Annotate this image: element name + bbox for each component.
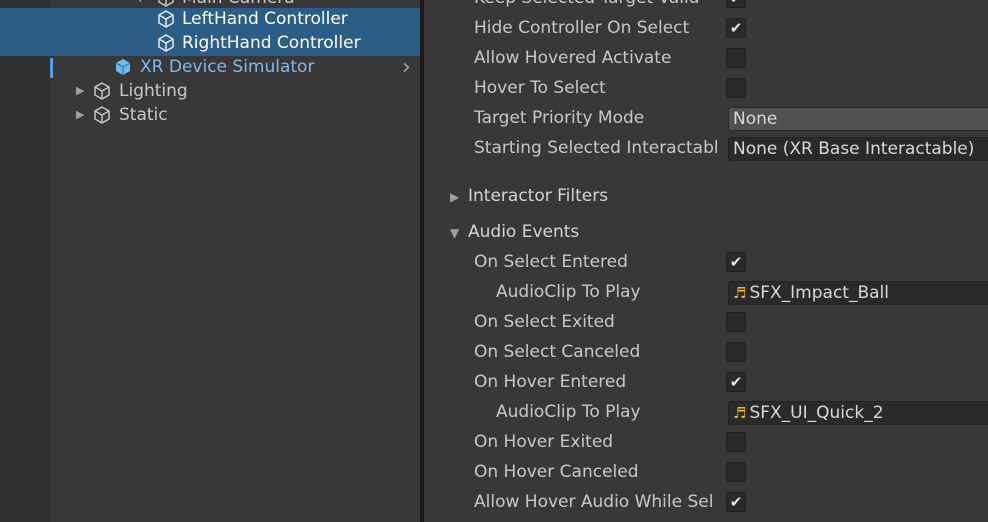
- interactor-filters-foldout[interactable]: ▶ Interactor Filters: [450, 186, 608, 206]
- allow-hovered-activate-label: Allow Hovered Activate: [474, 48, 672, 68]
- on-select-canceled-label: On Select Canceled: [474, 342, 641, 362]
- section-title: Interactor Filters: [468, 186, 609, 206]
- section-title: Audio Events: [468, 222, 580, 242]
- tree-item-label: RightHand Controller: [182, 33, 361, 53]
- keep-selected-target-valid-label: Keep Selected Target Valid: [474, 0, 724, 8]
- on-hover-exited-checkbox[interactable]: [726, 432, 746, 452]
- prefab-cube-icon: [115, 59, 131, 75]
- gameobject-cube-icon: [158, 34, 174, 52]
- keep-selected-target-valid-checkbox[interactable]: ✔: [726, 0, 746, 8]
- audioclip-to-play-label: AudioClip To Play: [496, 402, 641, 422]
- foldout-expanded-icon: ▼: [450, 226, 460, 240]
- tree-item-lefthand-controller[interactable]: LeftHand Controller: [0, 7, 420, 31]
- hover-entered-audioclip-field[interactable]: ♬ SFX_UI_Quick_2: [728, 401, 988, 425]
- hierarchy-panel: ▼ Main Camera LeftHand Controller RightH…: [0, 0, 420, 522]
- gameobject-cube-icon: [94, 106, 110, 124]
- allow-hover-audio-while-selecting-checkbox[interactable]: ✔: [726, 492, 746, 512]
- on-select-entered-checkbox[interactable]: ✔: [726, 252, 746, 272]
- on-hover-canceled-checkbox[interactable]: [726, 462, 746, 482]
- on-select-exited-checkbox[interactable]: [726, 312, 746, 332]
- starting-selected-interactable-label: Starting Selected Interactabl: [474, 138, 719, 158]
- hover-to-select-label: Hover To Select: [474, 78, 606, 98]
- foldout-collapsed-icon[interactable]: ▶: [76, 103, 84, 127]
- target-priority-mode-dropdown[interactable]: None: [728, 107, 988, 131]
- audio-events-foldout[interactable]: ▼ Audio Events: [450, 222, 579, 242]
- tree-item-label: XR Device Simulator: [140, 57, 315, 77]
- audioclip-value: SFX_Impact_Ball: [749, 283, 889, 303]
- hide-controller-on-select-checkbox[interactable]: ✔: [726, 18, 746, 38]
- gameobject-cube-icon: [158, 10, 174, 28]
- on-hover-canceled-label: On Hover Canceled: [474, 462, 639, 482]
- hover-to-select-checkbox[interactable]: [726, 78, 746, 98]
- inspector-panel: Keep Selected Target Valid ✔ Hide Contro…: [424, 0, 988, 522]
- allow-hovered-activate-checkbox[interactable]: [726, 48, 746, 68]
- foldout-collapsed-icon: ▶: [450, 190, 460, 204]
- tree-item-label: LeftHand Controller: [182, 9, 348, 29]
- foldout-collapsed-icon[interactable]: ▶: [76, 79, 84, 103]
- chevron-right-icon[interactable]: ›: [402, 57, 411, 79]
- tree-item-label: Lighting: [119, 81, 188, 101]
- tree-item-label: Static: [119, 105, 168, 125]
- on-select-entered-label: On Select Entered: [474, 252, 628, 272]
- select-entered-audioclip-field[interactable]: ♬ SFX_Impact_Ball: [728, 281, 988, 305]
- on-hover-exited-label: On Hover Exited: [474, 432, 614, 452]
- starting-selected-interactable-field[interactable]: None (XR Base Interactable): [728, 137, 988, 161]
- on-hover-entered-label: On Hover Entered: [474, 372, 627, 392]
- music-note-icon: ♬: [733, 284, 747, 302]
- tree-item-xr-device-simulator[interactable]: XR Device Simulator ›: [0, 55, 420, 79]
- gameobject-cube-icon: [158, 0, 174, 7]
- audioclip-value: SFX_UI_Quick_2: [749, 403, 884, 423]
- on-hover-entered-checkbox[interactable]: ✔: [726, 372, 746, 392]
- hide-controller-on-select-label: Hide Controller On Select: [474, 18, 690, 38]
- on-select-exited-label: On Select Exited: [474, 312, 615, 332]
- tree-item-righthand-controller[interactable]: RightHand Controller: [0, 31, 420, 55]
- audioclip-to-play-label: AudioClip To Play: [496, 282, 641, 302]
- tree-item-static[interactable]: ▶ Static: [0, 103, 420, 127]
- gameobject-cube-icon: [94, 82, 110, 100]
- target-priority-mode-label: Target Priority Mode: [474, 108, 645, 128]
- music-note-icon: ♬: [733, 404, 747, 422]
- allow-hover-audio-while-selecting-label: Allow Hover Audio While Sel: [474, 492, 714, 512]
- on-select-canceled-checkbox[interactable]: [726, 342, 746, 362]
- tree-item-lighting[interactable]: ▶ Lighting: [0, 79, 420, 103]
